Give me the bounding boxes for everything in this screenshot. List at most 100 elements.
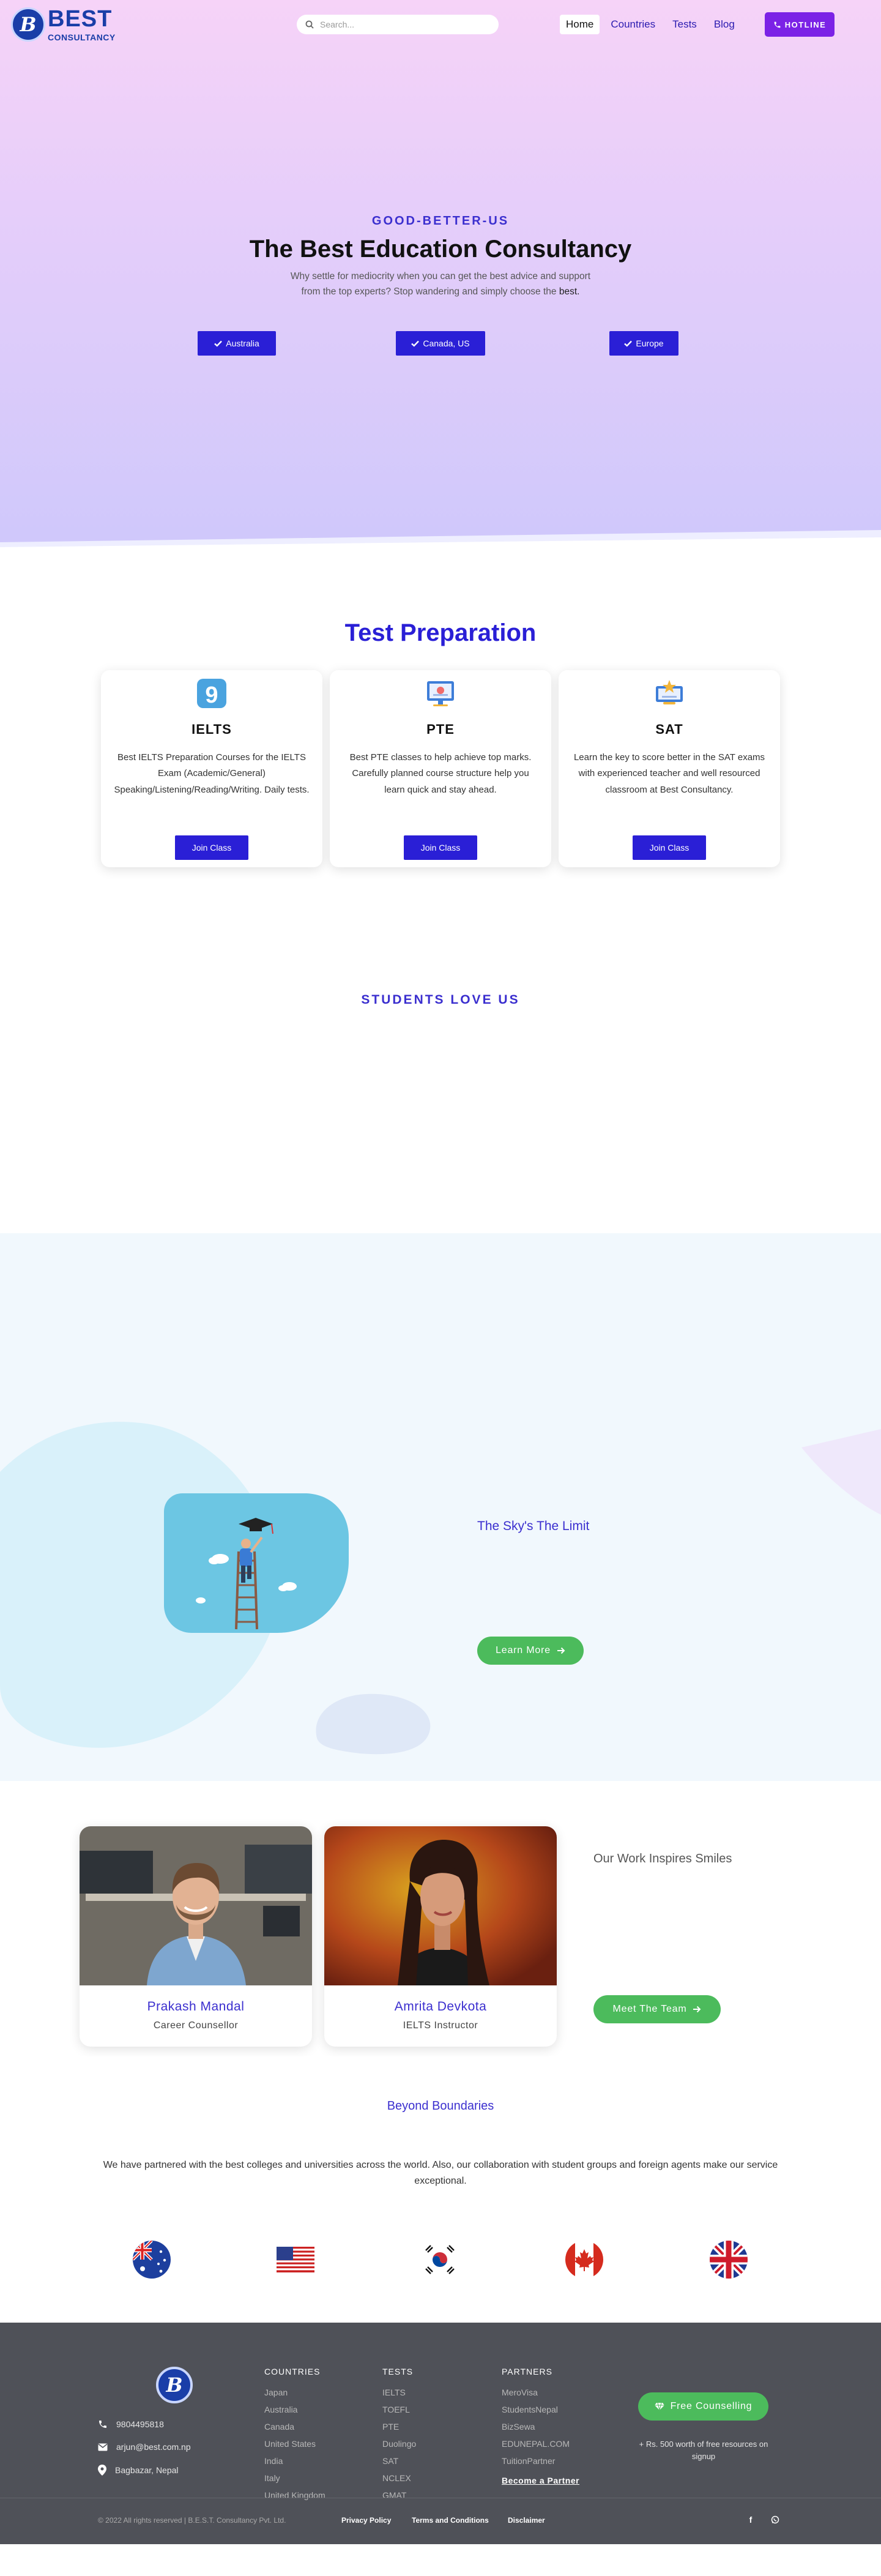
footer-link[interactable]: Italy (264, 2473, 325, 2483)
hotline-button[interactable]: HOTLINE (765, 12, 835, 37)
hero-description: Why settle for mediocrity when you can g… (288, 269, 593, 300)
card-description: Best IELTS Preparation Courses for the I… (114, 752, 310, 795)
privacy-policy-link[interactable]: Privacy Policy (341, 2516, 391, 2525)
hero-button-label: Australia (226, 338, 259, 348)
card-title: PTE (426, 722, 455, 737)
join-class-button[interactable]: Join Class (633, 835, 706, 860)
hero-button-australia[interactable]: Australia (198, 331, 276, 356)
counselling-note: + Rs. 500 worth of free resources on sig… (639, 2440, 768, 2461)
become-partner-link[interactable]: Become a Partner (502, 2476, 579, 2485)
footer-link[interactable]: Australia (264, 2405, 325, 2414)
footer-link[interactable]: United States (264, 2439, 325, 2449)
learn-more-label: Learn More (496, 1645, 551, 1656)
testimonials-section: STUDENTS LOVE US (0, 955, 881, 1233)
footer-link[interactable]: Japan (264, 2387, 325, 2397)
card-title: SAT (655, 722, 683, 737)
hero-button-europe[interactable]: Europe (609, 331, 678, 356)
team-member-photo (324, 1826, 557, 1985)
nav-countries[interactable]: Countries (604, 15, 661, 34)
hero-wave (0, 530, 881, 551)
hero-eyebrow: GOOD-BETTER-US (371, 214, 510, 228)
footer-email[interactable]: arjun@best.com.np (98, 2442, 191, 2452)
footer-tests-heading: TESTS (382, 2367, 414, 2376)
australia-flag-icon[interactable] (133, 2241, 171, 2279)
footer-link[interactable]: EDUNEPAL.COM (502, 2439, 579, 2449)
nav-home[interactable]: Home (560, 15, 600, 34)
footer-link[interactable]: SAT (382, 2456, 416, 2466)
logo-mark: B (11, 7, 45, 42)
join-class-button[interactable]: Join Class (175, 835, 248, 860)
nav-tests[interactable]: Tests (666, 15, 703, 34)
envelope-icon (98, 2443, 108, 2451)
test-preparation-section: Test Preparation 9 IELTS Best IELTS Prep… (0, 551, 881, 955)
beyond-title: Beyond Boundaries (387, 2099, 494, 2113)
footer-link[interactable]: United Kingdom (264, 2490, 325, 2500)
top-navbar: B BEST CONSULTANCY Home Countries Tests … (0, 0, 881, 48)
member-role: Career Counsellor (153, 2020, 239, 2031)
copyright-text: © 2022 All rights reserved | B.E.S.T. Co… (98, 2516, 286, 2525)
footer-link[interactable]: GMAT (382, 2490, 416, 2500)
footer-partners-column: PARTNERS MeroVisa StudentsNepal BizSewa … (502, 2367, 579, 2485)
footer-link[interactable]: PTE (382, 2422, 416, 2432)
footer-link[interactable]: TOEFL (382, 2405, 416, 2414)
korea-flag-icon[interactable] (421, 2241, 459, 2279)
decorative-blob-small (316, 1693, 431, 1755)
hero-description-emphasis: best. (559, 286, 580, 297)
ielts-icon-text: 9 (205, 682, 218, 708)
search-input[interactable] (320, 20, 479, 29)
brand-logo[interactable]: B BEST CONSULTANCY (11, 6, 116, 42)
check-icon (624, 340, 633, 347)
brand-name: BEST (48, 6, 113, 32)
join-class-button[interactable]: Join Class (404, 835, 477, 860)
disclaimer-link[interactable]: Disclaimer (508, 2516, 545, 2525)
footer-link[interactable]: IELTS (382, 2387, 416, 2397)
usa-flag-icon[interactable] (277, 2247, 314, 2272)
team-section: Prakash Mandal Career Counsellor Amrita … (0, 1781, 881, 2056)
footer-link[interactable]: TuitionPartner (502, 2456, 579, 2466)
footer-link[interactable]: Duolingo (382, 2439, 416, 2449)
hero-button-canada-us[interactable]: Canada, US (396, 331, 485, 356)
test-card-pte: PTE Best PTE classes to help achieve top… (330, 670, 551, 867)
search-box (297, 15, 499, 34)
diamond-icon (654, 2402, 664, 2411)
hero-description-text: Why settle for mediocrity when you can g… (290, 271, 591, 297)
footer-tests-column: TESTS IELTS TOEFL PTE Duolingo SAT NCLEX… (382, 2367, 416, 2507)
card-description: Learn the key to score better in the SAT… (573, 752, 765, 795)
footer-link[interactable]: India (264, 2456, 325, 2466)
uk-flag-icon[interactable] (710, 2241, 748, 2279)
meet-team-button[interactable]: Meet The Team (593, 1995, 721, 2023)
terms-link[interactable]: Terms and Conditions (412, 2516, 489, 2525)
testimonials-title: STUDENTS LOVE US (361, 993, 520, 1007)
brand-tagline: CONSULTANCY (48, 32, 116, 42)
footer-address: Bagbazar, Nepal (98, 2465, 179, 2476)
footer-link[interactable]: NCLEX (382, 2473, 416, 2483)
location-pin-icon (98, 2465, 106, 2476)
footer-countries-heading: COUNTRIES (264, 2367, 321, 2376)
free-counselling-button[interactable]: Free Counselling (638, 2392, 768, 2421)
arrow-right-icon (557, 1647, 565, 1654)
footer-link[interactable]: Canada (264, 2422, 325, 2432)
footer-phone[interactable]: 9804495818 (98, 2419, 164, 2429)
nav-blog[interactable]: Blog (708, 15, 741, 34)
team-member-card[interactable]: Amrita Devkota IELTS Instructor (324, 1826, 557, 2047)
facebook-icon[interactable]: f (743, 2512, 758, 2527)
nav-links: Home Countries Tests Blog (560, 15, 741, 34)
arrow-right-icon (693, 2006, 701, 2013)
whatsapp-icon[interactable] (768, 2512, 782, 2527)
check-icon (214, 340, 223, 347)
learn-more-button[interactable]: Learn More (477, 1637, 584, 1665)
decorative-blob-corner (801, 1429, 881, 1515)
footer-logo[interactable]: B (156, 2367, 193, 2403)
footer-link[interactable]: StudentsNepal (502, 2405, 579, 2414)
ladder-illustration (164, 1493, 349, 1633)
footer-link[interactable]: BizSewa (502, 2422, 579, 2432)
footer-link[interactable]: MeroVisa (502, 2387, 579, 2397)
footer-email-text: arjun@best.com.np (116, 2442, 191, 2452)
team-member-card[interactable]: Prakash Mandal Career Counsellor (80, 1826, 312, 2047)
test-prep-title: Test Preparation (344, 619, 537, 646)
canada-flag-icon[interactable] (565, 2241, 603, 2279)
site-footer: B 9804495818 arjun@best.com.np Bagbazar,… (0, 2323, 881, 2544)
footer-address-text: Bagbazar, Nepal (115, 2465, 179, 2475)
hero-section: GOOD-BETTER-US The Best Education Consul… (0, 0, 881, 551)
footer-partners-heading: PARTNERS (502, 2367, 552, 2376)
